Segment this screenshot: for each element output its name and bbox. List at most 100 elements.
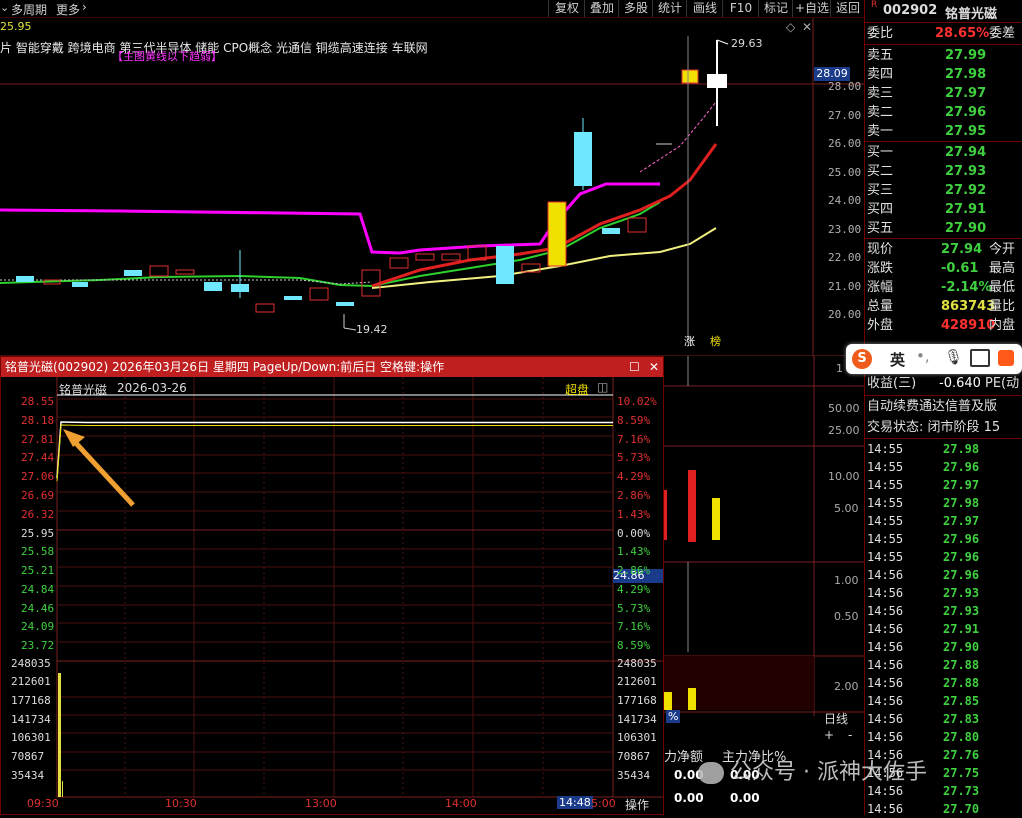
statistics-button[interactable]: 统计 — [652, 0, 687, 17]
notice-row[interactable]: 自动续费通达信普及版 — [867, 397, 1022, 416]
divider — [865, 22, 1022, 23]
tick-price: 27.73 — [943, 784, 980, 798]
quote-label: 现价 — [867, 242, 894, 257]
bid-label: 买二 — [867, 164, 894, 179]
ime-toolbar[interactable]: S 英 •, 🎙 — [846, 344, 1022, 374]
candle — [309, 287, 329, 301]
quote-suffix: 最高 — [989, 261, 1016, 276]
candle — [124, 270, 142, 276]
volume-gradient — [664, 656, 814, 710]
axis-label: 0.50 — [834, 610, 859, 623]
watermark: 公众号 · 派神大佐手 — [698, 754, 927, 786]
candle — [284, 296, 302, 300]
popup-right-axis-label: 0.00% — [617, 527, 651, 540]
zoom-out-button[interactable]: - — [848, 728, 852, 742]
candle — [496, 246, 514, 284]
tick-time: 14:55 — [867, 532, 904, 546]
popup-left-axis-label: 27.44 — [21, 451, 55, 464]
kline-chart[interactable]: 25.95 ◇ ✕ 29.63 19.42 涨 榜 28.00 27.00 26… — [0, 18, 864, 358]
quote-panel: R 002902 铭普光磁 委比 28.65% 委差 卖五 27.99 卖四 27.9… — [864, 0, 1022, 816]
price-grid — [57, 377, 613, 797]
skin-icon[interactable] — [998, 350, 1014, 366]
bid-row[interactable]: 买五 27.90 — [867, 219, 1022, 238]
popup-title-bar[interactable]: 铭普光磁(002902) 2026年03月26日 星期四 PageUp/Down… — [1, 357, 663, 377]
tick-price: 27.96 — [943, 550, 980, 564]
draw-line-button[interactable]: 画线 — [686, 0, 723, 17]
punct-icon[interactable]: •, — [916, 347, 930, 365]
chevron-down-icon[interactable]: ⌄ — [0, 1, 9, 14]
bid-price: 27.91 — [945, 202, 987, 217]
settings-icon[interactable]: ◫ — [597, 380, 608, 394]
chevron-right-icon[interactable]: › — [82, 0, 87, 14]
overlay-button[interactable]: 叠加 — [584, 0, 619, 17]
microphone-icon[interactable]: 🎙 — [944, 348, 963, 366]
bid-row[interactable]: 买三 27.92 — [867, 181, 1022, 200]
multi-period-button[interactable]: 多周期 — [11, 1, 47, 18]
f10-button[interactable]: F10 — [722, 0, 759, 17]
add-watchlist-button[interactable]: +自选 — [792, 0, 831, 17]
y-label: 22.00 — [828, 251, 862, 264]
diamond-icon[interactable]: ◇ — [786, 20, 795, 34]
maximize-icon[interactable]: ☐ — [629, 357, 640, 377]
tick-row: 14:55 27.98 — [867, 494, 1022, 512]
axis-label: 1.00 — [834, 574, 859, 587]
kline-svg — [0, 18, 864, 358]
restore-rights-button[interactable]: 复权 — [548, 0, 585, 17]
popup-right-axis-label: 8.59% — [617, 414, 651, 427]
ask-row[interactable]: 卖二 27.96 — [867, 103, 1022, 122]
multi-stock-button[interactable]: 多股 — [618, 0, 653, 17]
close-chart-icon[interactable]: ✕ — [802, 20, 812, 34]
mark-button[interactable]: 标记 — [758, 0, 793, 17]
ask-price: 27.95 — [945, 124, 987, 139]
y-label: 23.00 — [828, 223, 862, 236]
candle — [441, 253, 461, 261]
popup-title: 铭普光磁(002902) 2026年03月26日 星期四 PageUp/Down… — [5, 360, 445, 374]
ask-row[interactable]: 卖三 27.97 — [867, 84, 1022, 103]
tick-row: 14:56 27.88 — [867, 656, 1022, 674]
day-line-tab[interactable]: 日线 — [824, 710, 848, 727]
bid-row[interactable]: 买四 27.91 — [867, 200, 1022, 219]
overlay-toggle[interactable]: 超盘 — [565, 381, 589, 398]
keyboard-icon[interactable] — [970, 349, 990, 367]
ime-lang-toggle[interactable]: 英 — [890, 349, 905, 370]
limit-up-marker: 涨 — [684, 335, 695, 348]
bid-row[interactable]: 买一 27.94 — [867, 143, 1022, 162]
popup-left-axis-label: 25.21 — [21, 564, 55, 577]
pct-toggle[interactable]: % — [666, 710, 681, 723]
tick-price: 27.97 — [943, 478, 980, 492]
quote-label: 总量 — [867, 299, 894, 314]
back-button[interactable]: 返回 — [830, 0, 865, 17]
tick-row: 14:56 27.90 — [867, 638, 1022, 656]
ask-row[interactable]: 卖四 27.98 — [867, 65, 1022, 84]
tick-time: 14:56 — [867, 712, 904, 726]
popup-date: 2026-03-26 — [117, 381, 187, 395]
tick-time: 14:56 — [867, 640, 904, 654]
ask-price: 27.99 — [945, 48, 987, 63]
watermark-text: 公众号 · 派神大佐手 — [730, 760, 927, 785]
intraday-price-line — [56, 421, 613, 479]
more-button[interactable]: 更多 — [56, 1, 80, 18]
ask-row[interactable]: 卖一 27.95 — [867, 122, 1022, 141]
divider — [865, 44, 1022, 45]
tick-time: 14:56 — [867, 694, 904, 708]
axis-label: 2.00 — [834, 680, 859, 693]
popup-left-axis-label: 24.09 — [21, 620, 55, 633]
tick-row: 14:56 27.85 — [867, 692, 1022, 710]
tick-price: 27.93 — [943, 604, 980, 618]
tick-row: 14:56 27.83 — [867, 710, 1022, 728]
tick-price: 27.91 — [943, 622, 980, 636]
limit-up-candle — [547, 201, 567, 267]
volume-axis-label: 106301 — [11, 731, 51, 744]
indicator-bar — [688, 470, 696, 542]
ask-row[interactable]: 卖五 27.99 — [867, 46, 1022, 65]
bid-label: 买五 — [867, 221, 894, 236]
stock-name: 铭普光磁 — [945, 7, 998, 22]
y-label: 26.00 — [828, 137, 862, 150]
close-icon[interactable]: ✕ — [649, 357, 659, 377]
popup-left-axis-label: 25.95 — [21, 527, 55, 540]
operation-button[interactable]: 操作 — [625, 796, 649, 813]
intraday-popup[interactable]: 铭普光磁(002902) 2026年03月26日 星期四 PageUp/Down… — [0, 356, 664, 815]
tick-time: 14:56 — [867, 676, 904, 690]
zoom-in-button[interactable]: + — [824, 728, 834, 742]
bid-row[interactable]: 买二 27.93 — [867, 162, 1022, 181]
